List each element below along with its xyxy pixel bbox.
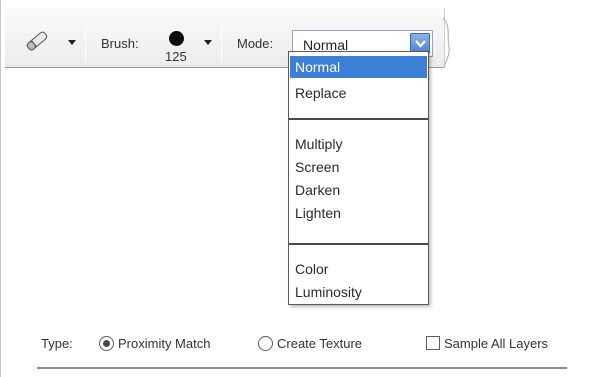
sample-all-layers-label[interactable]: Sample All Layers bbox=[444, 336, 548, 351]
proximity-match-radio[interactable] bbox=[99, 336, 114, 351]
tool-preset-chevron-down-icon[interactable] bbox=[68, 40, 76, 45]
mode-label: Mode: bbox=[237, 36, 274, 51]
pencil-eraser-icon[interactable] bbox=[23, 30, 51, 52]
type-label: Type: bbox=[41, 336, 73, 351]
brush-preview-icon[interactable] bbox=[169, 31, 184, 46]
sample-all-layers-checkbox[interactable] bbox=[426, 336, 440, 350]
brush-label: Brush: bbox=[101, 36, 139, 51]
mode-dropdown-list: Normal Replace Multiply Screen Darken Li… bbox=[288, 51, 429, 305]
mode-option-screen[interactable]: Screen bbox=[290, 156, 427, 178]
mode-option-darken[interactable]: Darken bbox=[290, 179, 427, 201]
toolbar-divider bbox=[85, 22, 86, 62]
options-bar-curl bbox=[442, 18, 450, 68]
dropdown-divider bbox=[289, 118, 428, 120]
tool-options-panel: Brush: 125 Mode: Normal Normal Replace M… bbox=[0, 0, 610, 377]
chevron-down-icon bbox=[415, 40, 426, 48]
proximity-match-label[interactable]: Proximity Match bbox=[118, 336, 210, 351]
create-texture-label[interactable]: Create Texture bbox=[277, 336, 362, 351]
mode-option-multiply[interactable]: Multiply bbox=[290, 133, 427, 155]
brush-picker-chevron-down-icon[interactable] bbox=[204, 40, 212, 45]
bottom-divider bbox=[37, 367, 567, 369]
type-options-row: Type: Proximity Match Create Texture Sam… bbox=[1, 328, 601, 358]
brush-size-value: 125 bbox=[165, 49, 187, 64]
mode-option-lighten[interactable]: Lighten bbox=[290, 202, 427, 224]
mode-option-luminosity[interactable]: Luminosity bbox=[290, 281, 427, 303]
mode-option-normal[interactable]: Normal bbox=[290, 56, 427, 78]
dropdown-divider bbox=[289, 243, 428, 245]
create-texture-radio[interactable] bbox=[258, 336, 273, 351]
mode-option-color[interactable]: Color bbox=[290, 258, 427, 280]
toolbar-divider bbox=[221, 22, 222, 62]
mode-option-replace[interactable]: Replace bbox=[290, 82, 427, 104]
